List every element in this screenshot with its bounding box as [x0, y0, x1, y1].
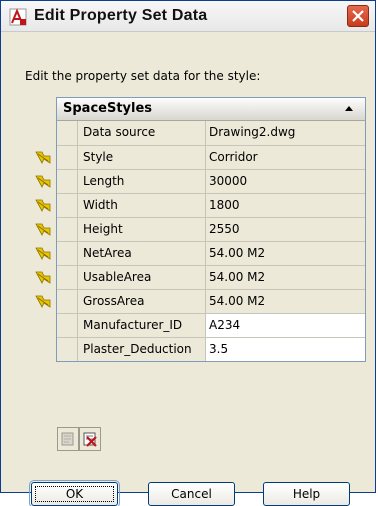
- row-gutter: [57, 121, 78, 145]
- automatic-property-icon: [35, 151, 51, 164]
- ok-button[interactable]: OK: [29, 480, 120, 506]
- row-gutter: [57, 338, 78, 361]
- add-property-set-icon: [61, 432, 74, 446]
- row-gutter: [35, 290, 78, 313]
- property-row[interactable]: Manufacturer_ID A234: [57, 313, 365, 337]
- property-row[interactable]: Plaster_Deduction 3.5: [57, 337, 365, 361]
- property-name: Manufacturer_ID: [78, 314, 206, 337]
- title-bar[interactable]: Edit Property Set Data: [1, 1, 375, 32]
- property-value: 30000: [206, 170, 365, 193]
- automatic-property-icon: [35, 199, 51, 212]
- property-value: 1800: [206, 194, 365, 217]
- instruction-text: Edit the property set data for the style…: [25, 69, 261, 83]
- property-row[interactable]: Width 1800: [35, 193, 365, 217]
- edit-property-set-data-dialog: Edit Property Set Data Edit the property…: [0, 0, 376, 506]
- property-value: 54.00 M2: [206, 266, 365, 289]
- property-rows: Data source Drawing2.dwg Style Corridor Leng…: [35, 121, 365, 361]
- row-gutter: [35, 218, 78, 241]
- property-row[interactable]: Style Corridor: [35, 145, 365, 169]
- property-name: Plaster_Deduction: [78, 338, 206, 361]
- row-gutter: [35, 170, 78, 193]
- property-value: Corridor: [206, 146, 365, 169]
- property-name: Length: [78, 170, 206, 193]
- property-value: Drawing2.dwg: [206, 121, 365, 145]
- property-value: 54.00 M2: [206, 290, 365, 313]
- property-name: Height: [78, 218, 206, 241]
- row-gutter: [35, 194, 78, 217]
- dialog-title: Edit Property Set Data: [34, 7, 208, 24]
- property-value-field[interactable]: A234: [206, 314, 365, 337]
- autocad-icon: [9, 8, 27, 26]
- automatic-property-icon: [35, 223, 51, 236]
- focus-rect: [35, 486, 114, 502]
- collapse-arrow-icon[interactable]: [345, 106, 353, 111]
- property-value: 2550: [206, 218, 365, 241]
- property-grid: SpaceStyles Data source Drawing2.dwg Style…: [35, 97, 366, 362]
- row-gutter: [35, 266, 78, 289]
- automatic-property-icon: [35, 295, 51, 308]
- remove-property-set-icon: [83, 432, 97, 447]
- automatic-property-icon: [35, 175, 51, 188]
- property-name: NetArea: [78, 242, 206, 265]
- add-property-set-button[interactable]: [57, 427, 79, 451]
- property-row[interactable]: Length 30000: [35, 169, 365, 193]
- property-value-field[interactable]: 3.5: [206, 338, 365, 361]
- automatic-property-icon: [35, 271, 51, 284]
- property-name: Style: [78, 146, 206, 169]
- property-set-name: SpaceStyles: [63, 101, 153, 116]
- property-name: Width: [78, 194, 206, 217]
- property-name: GrossArea: [78, 290, 206, 313]
- automatic-property-icon: [35, 247, 51, 260]
- row-gutter: [35, 146, 78, 169]
- dialog-body: Edit the property set data for the style…: [1, 32, 375, 506]
- property-row[interactable]: NetArea 54.00 M2: [35, 241, 365, 265]
- property-set-header[interactable]: SpaceStyles: [57, 98, 365, 121]
- remove-property-set-button[interactable]: [79, 427, 101, 451]
- property-value: 54.00 M2: [206, 242, 365, 265]
- property-row[interactable]: GrossArea 54.00 M2: [35, 289, 365, 313]
- row-gutter: [57, 314, 78, 337]
- row-gutter: [35, 242, 78, 265]
- help-button[interactable]: Help: [263, 482, 350, 506]
- property-row[interactable]: Data source Drawing2.dwg: [57, 121, 365, 145]
- property-row[interactable]: Height 2550: [35, 217, 365, 241]
- property-name: UsableArea: [78, 266, 206, 289]
- property-row[interactable]: UsableArea 54.00 M2: [35, 265, 365, 289]
- close-icon: [352, 10, 364, 22]
- cancel-button[interactable]: Cancel: [148, 482, 235, 506]
- close-button[interactable]: [347, 5, 369, 27]
- property-name: Data source: [78, 121, 206, 145]
